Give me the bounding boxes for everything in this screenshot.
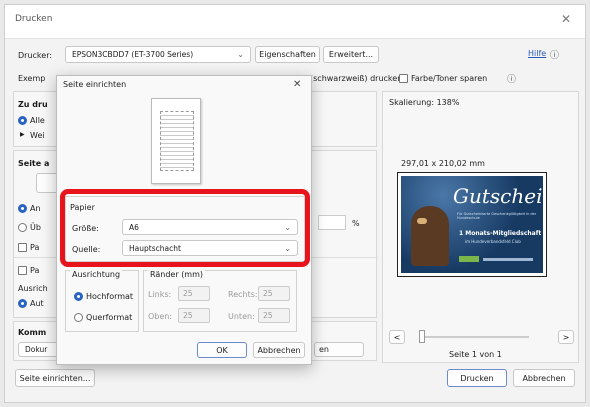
voucher-title: Gutschein <box>453 184 543 208</box>
preview-panel: Skalierung: 138% 297,01 x 210,02 mm Guts… <box>382 91 579 363</box>
page-info: Seite 1 von 1 <box>449 350 502 359</box>
range-more-label: Wei <box>30 131 45 140</box>
printer-label: Drucker: <box>18 51 53 60</box>
margins-legend: Ränder (mm) <box>148 270 206 279</box>
orientation-label: Ausrich <box>18 284 48 293</box>
paper-source-checkbox[interactable] <box>18 243 27 252</box>
voucher-image: Gutschein Für Gutscheinkarte Geschenkgül… <box>401 176 543 273</box>
auto-orientation-radio[interactable] <box>18 299 27 308</box>
page-setup-button[interactable]: Seite einrichten... <box>15 369 95 387</box>
summary-button[interactable]: en <box>314 342 364 357</box>
fit-radio[interactable] <box>18 204 27 213</box>
dialog-close-icon[interactable]: ✕ <box>293 79 301 90</box>
page-slider-track[interactable] <box>419 336 529 338</box>
oversize-label: Üb <box>30 223 41 232</box>
oversize-radio[interactable] <box>18 223 27 232</box>
paper-source-label: Pa <box>30 243 40 252</box>
preview-page: Gutschein Für Gutscheinkarte Geschenkgül… <box>397 172 547 277</box>
pdf-page-checkbox[interactable] <box>18 266 27 275</box>
help-icon[interactable]: ⓘ <box>550 48 559 61</box>
margin-top-label: Oben: <box>148 312 173 321</box>
title-bar: Drucken ✕ <box>5 5 585 39</box>
dog-image <box>411 206 449 266</box>
range-all-label: Alle <box>30 116 45 125</box>
grayscale-label: (schwarzweiß) drucken <box>310 74 403 83</box>
auto-orientation-label: Aut <box>30 299 44 308</box>
print-button[interactable]: Drucken <box>447 369 507 387</box>
margin-right-label: Rechts: <box>228 290 258 299</box>
landscape-radio[interactable] <box>74 313 83 322</box>
voucher-offer: 1 Monats-Mitgliedschaft <box>459 230 542 237</box>
orientation-legend: Ausrichtung <box>70 270 123 279</box>
range-heading: Zu dru <box>18 100 48 109</box>
cancel-button[interactable]: Abbrechen <box>513 369 575 387</box>
portrait-radio[interactable] <box>74 292 83 301</box>
page-thumbnail <box>151 98 201 184</box>
fit-label: An <box>30 204 41 213</box>
highlight-box <box>60 189 310 267</box>
help-link[interactable]: Hilfe <box>528 49 546 58</box>
comments-heading: Komm <box>18 328 47 337</box>
page-heading: Seite a <box>18 159 50 168</box>
margin-bottom-input[interactable]: 25 <box>258 308 290 323</box>
percent-sign: % <box>352 219 360 228</box>
dimensions-label: 297,01 x 210,02 mm <box>401 159 485 168</box>
scaling-label: Skalierung: 138% <box>389 98 460 107</box>
expand-icon[interactable]: ▶ <box>20 131 25 138</box>
printer-select[interactable]: EPSON3CBDD7 (ET-3700 Series) ⌄ <box>65 46 251 63</box>
voucher-logo <box>459 256 479 262</box>
margin-bottom-label: Unten: <box>228 312 255 321</box>
voucher-offer-sub: im Hundeverbandsfeld Club <box>465 239 521 244</box>
save-ink-label: Farbe/Toner sparen <box>411 74 488 83</box>
copies-label: Exemp <box>18 74 46 83</box>
window-title: Drucken <box>15 14 53 24</box>
page-thumbnail-margins <box>160 111 194 171</box>
margins-group: Ränder (mm) Links: 25 Rechts: 25 Oben: 2… <box>143 270 297 332</box>
dog-face-image <box>417 218 427 224</box>
dialog-title: Seite einrichten <box>63 80 127 89</box>
comments-select-value: Dokur <box>25 345 48 354</box>
next-page-button[interactable]: > <box>558 330 574 344</box>
portrait-label: Hochformat <box>86 292 134 301</box>
page-slider-thumb[interactable] <box>419 330 425 343</box>
properties-button[interactable]: Eigenschaften <box>255 46 320 63</box>
advanced-button[interactable]: Erweitert... <box>323 46 379 63</box>
close-icon[interactable]: ✕ <box>561 12 571 26</box>
margin-left-label: Links: <box>148 290 172 299</box>
margin-top-input[interactable]: 25 <box>178 308 210 323</box>
percent-input[interactable] <box>318 215 346 230</box>
dialog-cancel-button[interactable]: Abbrechen <box>253 342 305 358</box>
voucher-footer-line <box>483 258 533 261</box>
pdf-page-label: Pa <box>30 266 40 275</box>
save-ink-checkbox[interactable] <box>399 74 408 83</box>
summary-button-label: en <box>319 345 329 354</box>
margin-right-input[interactable]: 25 <box>258 286 290 301</box>
voucher-subtitle: Für Gutscheinkarte Geschenkgültigkeit in… <box>457 212 537 220</box>
printer-select-value: EPSON3CBDD7 (ET-3700 Series) <box>72 50 194 59</box>
margin-left-input[interactable]: 25 <box>178 286 210 301</box>
orientation-group: Ausrichtung Hochformat Querformat <box>65 270 139 332</box>
prev-page-button[interactable]: < <box>389 330 405 344</box>
landscape-label: Querformat <box>86 313 133 322</box>
info-icon[interactable]: ⓘ <box>507 72 516 85</box>
dialog-ok-button[interactable]: OK <box>197 342 247 358</box>
chevron-down-icon: ⌄ <box>237 50 244 59</box>
range-all-radio[interactable] <box>18 116 27 125</box>
